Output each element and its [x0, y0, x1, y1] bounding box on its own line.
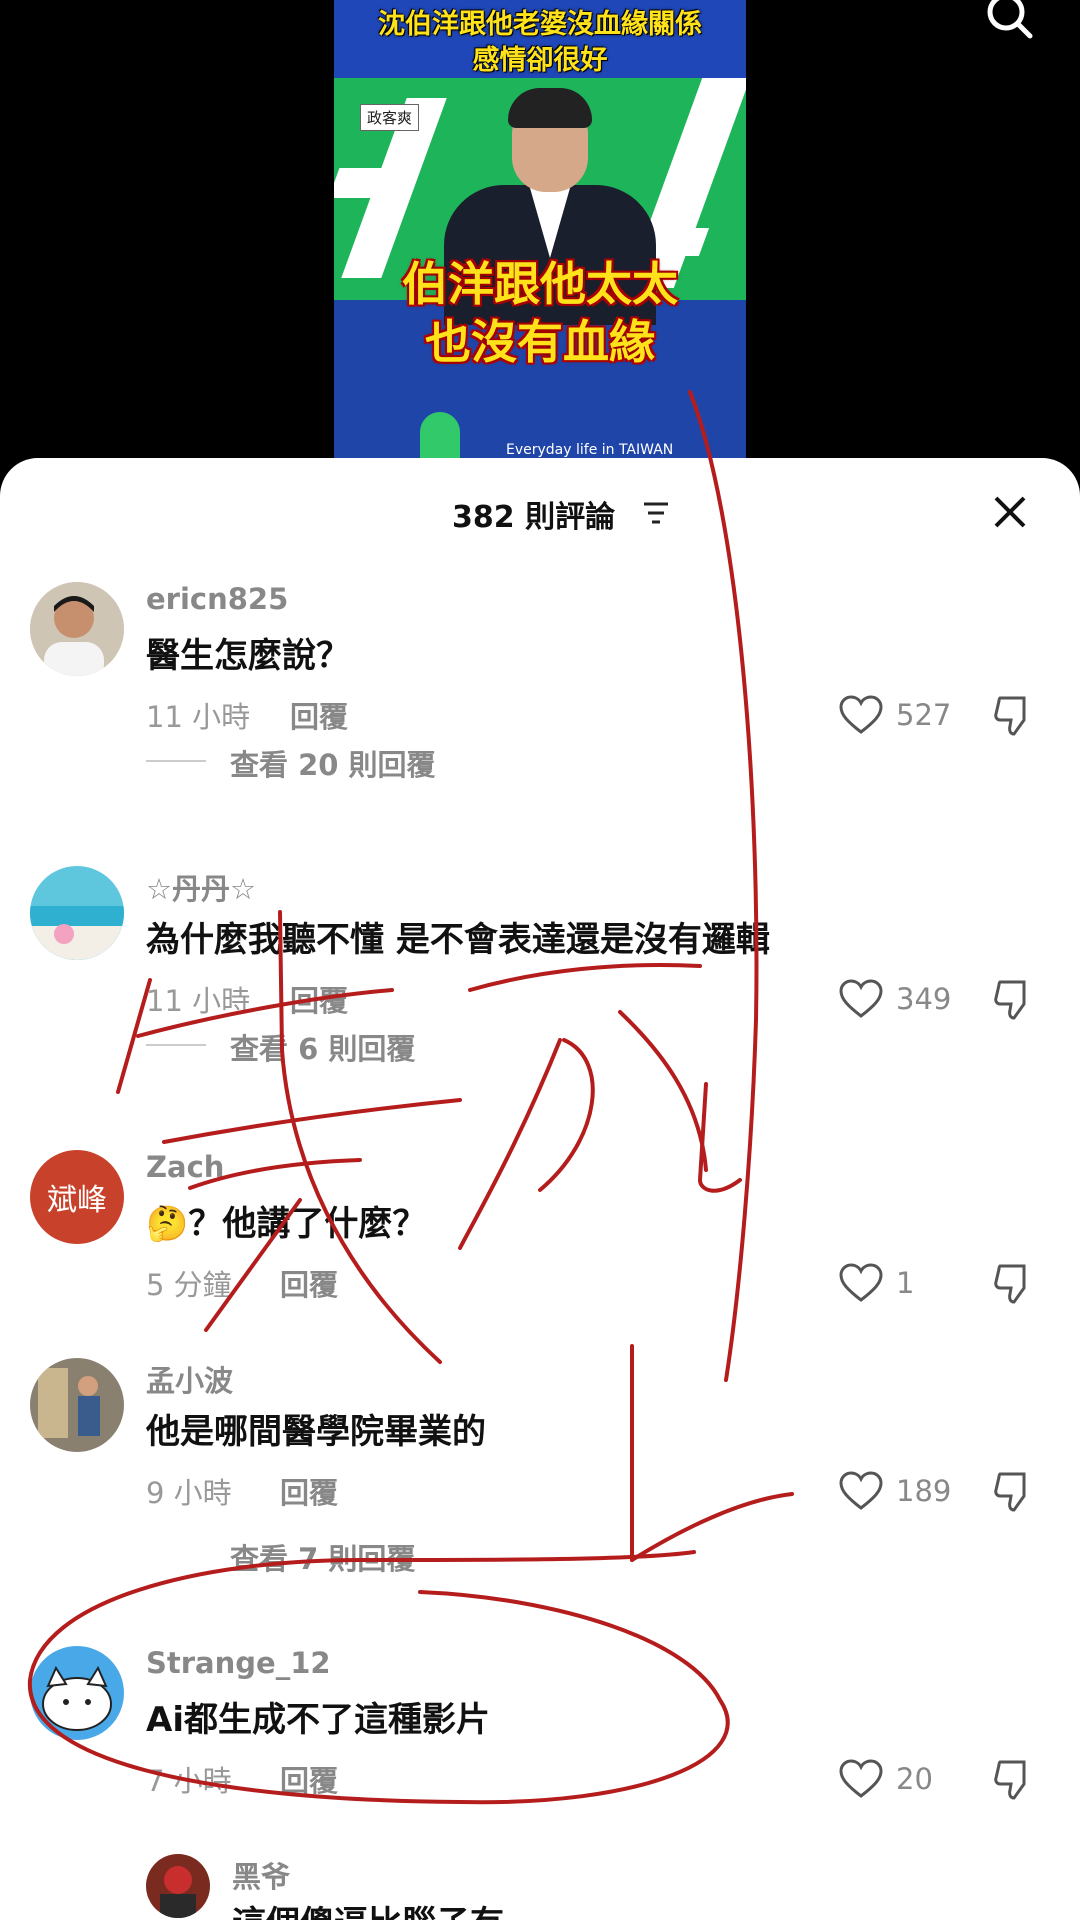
- comment-text: 他是哪間醫學院畢業的: [146, 1412, 486, 1452]
- comment-item: ☆丹丹☆ 為什麼我聽不懂 是不會表達還是沒有邏輯 11 小時 回覆 349 查看…: [0, 866, 1080, 1096]
- search-button[interactable]: [980, 0, 1040, 40]
- dislike-icon[interactable]: [990, 976, 1038, 1024]
- comment-item: 斌峰 Zach 🤔？他講了什麼？ 5 分鐘 回覆 1: [0, 1150, 1080, 1350]
- comment-text: 醫生怎麼說？: [146, 636, 350, 676]
- like-button[interactable]: 20: [838, 1758, 978, 1802]
- avatar[interactable]: [30, 1646, 124, 1740]
- like-count: 349: [896, 982, 952, 1016]
- comment-item: 孟小波 他是哪間醫學院畢業的 9 小時 回覆 189 查看 7 則回覆: [0, 1358, 1080, 1588]
- comment-username[interactable]: ☆丹丹☆: [146, 866, 256, 908]
- view-replies-button[interactable]: 查看 6 則回覆: [230, 1026, 415, 1068]
- avatar[interactable]: [146, 1854, 210, 1918]
- comment-time: 5 分鐘: [146, 1268, 232, 1302]
- dislike-icon[interactable]: [990, 1756, 1038, 1804]
- video-thumbnail: 沈伯洋跟他老婆沒血緣關係 感情卻很好 政客爽 伯洋跟他太太 也沒有血緣 Ever…: [334, 0, 746, 470]
- avatar[interactable]: [30, 866, 124, 960]
- view-replies-divider: [146, 760, 206, 762]
- reply-button[interactable]: 回覆: [280, 1758, 338, 1800]
- comment-username[interactable]: 黑爷: [232, 1854, 290, 1896]
- comments-header: 382 則評論: [0, 458, 1080, 562]
- sort-filter-icon[interactable]: [642, 500, 670, 526]
- comment-username[interactable]: ericn825: [146, 582, 288, 616]
- comment-text: 這個傻逼比腦子有: [232, 1896, 504, 1920]
- comment-username[interactable]: 孟小波: [146, 1358, 233, 1400]
- avatar[interactable]: [30, 582, 124, 676]
- like-count: 189: [896, 1474, 952, 1508]
- comment-item: ericn825 醫生怎麼說？ 11 小時 回覆 527 查看 20 則回覆: [0, 582, 1080, 812]
- view-replies-divider: [146, 1044, 206, 1046]
- video-player[interactable]: 沈伯洋跟他老婆沒血緣關係 感情卻很好 政客爽 伯洋跟他太太 也沒有血緣 Ever…: [0, 0, 1080, 470]
- comment-text: 為什麼我聽不懂 是不會表達還是沒有邏輯: [146, 920, 770, 960]
- heart-icon: [839, 695, 883, 734]
- dislike-icon[interactable]: [990, 1260, 1038, 1308]
- view-replies-button[interactable]: 查看 7 則回覆: [230, 1536, 415, 1578]
- comment-item: 黑爷 這個傻逼比腦子有: [0, 1854, 1080, 1920]
- video-footer-text: Everyday life in TAIWAN: [506, 442, 674, 458]
- comment-time: 11 小時: [146, 984, 251, 1018]
- avatar[interactable]: [30, 1358, 124, 1452]
- comment-time: 9 小時: [146, 1476, 232, 1510]
- like-count: 527: [896, 698, 952, 732]
- like-count: 20: [896, 1762, 933, 1796]
- heart-icon: [839, 979, 883, 1018]
- like-button[interactable]: 349: [838, 978, 978, 1022]
- heart-icon: [839, 1759, 883, 1798]
- like-button[interactable]: 1: [838, 1262, 978, 1306]
- comment-username[interactable]: Strange_12: [146, 1646, 331, 1680]
- avatar[interactable]: 斌峰: [30, 1150, 124, 1244]
- fb-tag: 政客爽: [360, 104, 420, 131]
- reply-button[interactable]: 回覆: [290, 694, 348, 736]
- dislike-icon[interactable]: [990, 1468, 1038, 1516]
- like-button[interactable]: 189: [838, 1470, 978, 1514]
- thumb-title-line2: 感情卻很好: [472, 45, 608, 76]
- like-count: 1: [896, 1266, 915, 1300]
- comment-text: Ai都生成不了這種影片: [146, 1700, 490, 1740]
- caption-line1: 伯洋跟他太太: [402, 257, 678, 311]
- comment-username[interactable]: Zach: [146, 1150, 224, 1184]
- close-icon[interactable]: [990, 492, 1030, 532]
- comment-time: 11 小時: [146, 700, 251, 734]
- comment-item: Strange_12 Ai都生成不了這種影片 7 小時 回覆 20: [0, 1646, 1080, 1846]
- view-replies-button[interactable]: 查看 20 則回覆: [230, 742, 436, 784]
- reply-button[interactable]: 回覆: [280, 1470, 338, 1512]
- comment-time: 7 小時: [146, 1764, 232, 1798]
- heart-icon: [839, 1471, 883, 1510]
- dislike-icon[interactable]: [990, 692, 1038, 740]
- caption-line2: 也沒有血緣: [425, 315, 655, 369]
- reply-button[interactable]: 回覆: [290, 978, 348, 1020]
- reply-button[interactable]: 回覆: [280, 1262, 338, 1304]
- thumb-title-line1: 沈伯洋跟他老婆沒血緣關係: [378, 9, 702, 40]
- comment-text: 🤔？他講了什麼？: [146, 1204, 427, 1244]
- search-icon: [987, 0, 1033, 39]
- comment-count: 382 則評論: [452, 500, 616, 535]
- heart-icon: [839, 1263, 883, 1302]
- like-button[interactable]: 527: [838, 694, 978, 738]
- comments-sheet: 382 則評論 ericn825 醫生怎麼說？ 11 小時 回覆 527 查看 …: [0, 458, 1080, 1920]
- avatar-text: 斌峰: [47, 1183, 107, 1218]
- speaker-hair: [508, 88, 592, 128]
